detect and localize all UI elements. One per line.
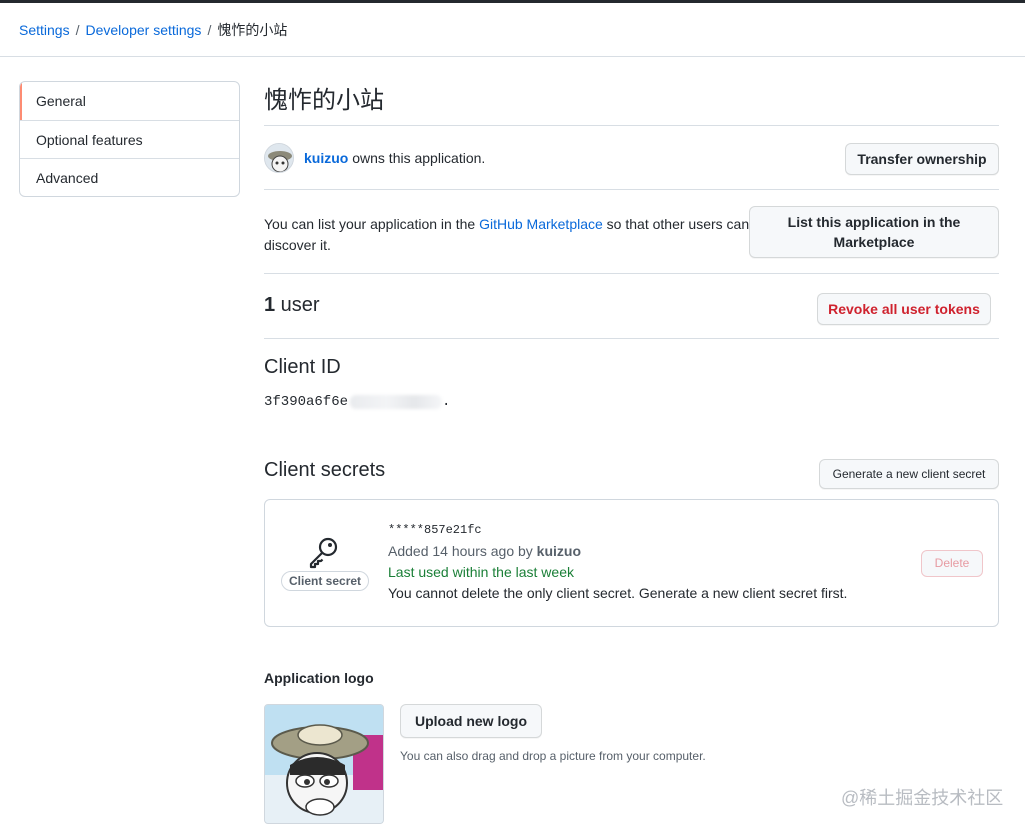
client-secret-delete-note: You cannot delete the only client secret… bbox=[388, 585, 848, 601]
application-logo-title: Application logo bbox=[264, 670, 374, 686]
main-content: 愧怍的小站 kuizuo owns this application. Tran… bbox=[264, 81, 999, 339]
client-secret-added: Added 14 hours ago by kuizuo bbox=[388, 541, 847, 562]
revoke-all-user-tokens-button[interactable]: Revoke all user tokens bbox=[817, 293, 991, 325]
sidebar-item-optional-features[interactable]: Optional features bbox=[20, 120, 239, 158]
sidebar-item-advanced[interactable]: Advanced bbox=[20, 158, 239, 196]
divider bbox=[264, 338, 999, 339]
settings-sidebar: General Optional features Advanced bbox=[19, 81, 240, 197]
delete-client-secret-button[interactable]: Delete bbox=[921, 550, 983, 577]
logo-illustration bbox=[265, 705, 383, 823]
client-secret-details: *****857e21fc Added 14 hours ago by kuiz… bbox=[388, 520, 847, 604]
client-secrets-title: Client secrets bbox=[264, 459, 386, 481]
upload-logo-note: You can also drag and drop a picture fro… bbox=[400, 749, 706, 763]
user-count: 1 user bbox=[264, 294, 320, 317]
breadcrumb: Settings / Developer settings / 愧怍的小站 bbox=[19, 20, 287, 40]
client-secret-added-prefix: Added 14 hours ago by bbox=[388, 543, 537, 559]
owner-link[interactable]: kuizuo bbox=[304, 150, 348, 166]
breadcrumb-separator: / bbox=[75, 22, 80, 38]
application-logo-image bbox=[264, 704, 384, 824]
top-bar bbox=[0, 0, 1025, 3]
avatar-image bbox=[265, 144, 293, 172]
owner-suffix: owns this application. bbox=[348, 150, 486, 166]
owner-row: kuizuo owns this application. Transfer o… bbox=[264, 126, 999, 189]
client-id-title: Client ID bbox=[264, 356, 341, 378]
user-count-number: 1 bbox=[264, 294, 276, 316]
breadcrumb-current: 愧怍的小站 bbox=[217, 22, 288, 38]
transfer-ownership-button[interactable]: Transfer ownership bbox=[845, 143, 999, 175]
client-secret-added-by: kuizuo bbox=[536, 543, 582, 559]
github-marketplace-link[interactable]: GitHub Marketplace bbox=[479, 216, 603, 232]
breadcrumb-settings-link[interactable]: Settings bbox=[19, 22, 70, 38]
key-icon bbox=[309, 537, 338, 569]
breadcrumb-developer-settings-link[interactable]: Developer settings bbox=[85, 22, 201, 38]
user-count-label: user bbox=[275, 294, 320, 316]
marketplace-row: You can list your application in the Git… bbox=[264, 190, 999, 273]
client-secret-card: Client secret *****857e21fc Added 14 hou… bbox=[264, 499, 999, 627]
client-id-visible: 3f390a6f6e bbox=[264, 394, 349, 410]
header-divider bbox=[0, 56, 1025, 57]
generate-client-secret-button[interactable]: Generate a new client secret bbox=[819, 459, 999, 489]
breadcrumb-separator: / bbox=[207, 22, 212, 38]
marketplace-text: You can list your application in the Git… bbox=[264, 214, 764, 256]
marketplace-text-before: You can list your application in the bbox=[264, 216, 480, 232]
client-id-value: 3f390a6f6e . bbox=[264, 394, 450, 410]
list-in-marketplace-button[interactable]: List this application in the Marketplace bbox=[749, 206, 999, 258]
users-row: 1 user Revoke all user tokens bbox=[264, 274, 999, 338]
avatar[interactable] bbox=[264, 143, 294, 173]
client-id-redaction bbox=[350, 395, 443, 409]
upload-new-logo-button[interactable]: Upload new logo bbox=[400, 704, 542, 738]
owner-text: kuizuo owns this application. bbox=[304, 150, 485, 166]
client-secret-hash: *****857e21fc bbox=[388, 523, 482, 537]
client-id-tail: . bbox=[442, 394, 451, 410]
sidebar-item-general[interactable]: General bbox=[20, 82, 239, 120]
client-secret-last-used: Last used within the last week bbox=[388, 564, 574, 580]
client-secret-badge: Client secret bbox=[281, 571, 370, 591]
page-title: 愧怍的小站 bbox=[264, 87, 384, 114]
watermark: @稀土掘金技术社区 bbox=[841, 788, 1004, 808]
